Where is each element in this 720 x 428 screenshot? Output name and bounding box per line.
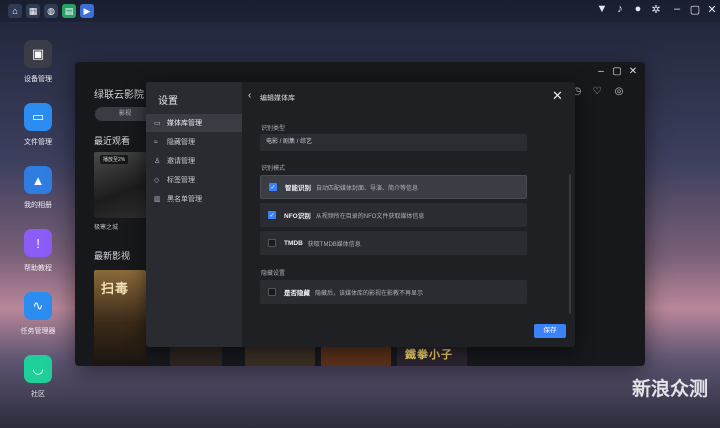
option-title: 是否隐藏 bbox=[284, 290, 310, 297]
desktop-app-label: 社区 bbox=[31, 391, 45, 398]
folder-icon: ▭ bbox=[24, 103, 52, 131]
option-smart-recognition[interactable]: ✓ 智能识别 自动匹配媒体封面、导演、简介等信息 bbox=[260, 175, 527, 199]
sidebar-item-hidden[interactable]: ≈ 隐藏管理 bbox=[146, 133, 242, 151]
checkbox-nfo[interactable]: ✓ bbox=[268, 211, 276, 219]
bell-icon[interactable]: ♪ bbox=[613, 3, 627, 15]
sidebar-item-label: 标签管理 bbox=[167, 177, 195, 184]
desktop-app-community[interactable]: ◡ 社区 bbox=[10, 355, 66, 399]
sidebar-item-tags[interactable]: ◇ 标签管理 bbox=[146, 171, 242, 189]
file-icon[interactable]: ▤ bbox=[62, 4, 76, 18]
option-hide[interactable]: 是否隐藏 隐藏后，该媒体库的影视在影教不再显示 bbox=[260, 280, 527, 304]
option-title: 智能识别 bbox=[285, 185, 311, 192]
grid-icon[interactable]: ▦ bbox=[26, 4, 40, 18]
mode-section-label: 识别模式 bbox=[261, 166, 286, 172]
system-topbar: ⌂ ▦ ◍ ▤ ▶ ▼ ♪ ● ✲ – ▢ ✕ bbox=[0, 0, 720, 22]
device-icon: ▣ bbox=[24, 40, 52, 68]
library-icon: ▭ bbox=[154, 120, 161, 127]
checkbox-tmdb[interactable] bbox=[268, 239, 276, 247]
desktop-app-label: 文件管理 bbox=[24, 139, 52, 146]
help-icon: ! bbox=[24, 229, 52, 257]
home-icon[interactable]: ⌂ bbox=[8, 4, 22, 18]
desktop-app-photos[interactable]: ▲ 我的相册 bbox=[10, 166, 66, 210]
hide-section-label: 隐藏设置 bbox=[261, 271, 286, 277]
sidebar-item-label: 隐藏管理 bbox=[167, 139, 195, 146]
type-field[interactable]: 电影 / 剧集 / 综艺 bbox=[260, 134, 527, 151]
blacklist-icon: ▥ bbox=[154, 196, 161, 203]
dialog-header: 编辑媒体库 bbox=[260, 95, 295, 102]
desktop-app-label: 我的相册 bbox=[24, 202, 52, 209]
eye-off-icon: ≈ bbox=[154, 138, 158, 146]
minimize-icon[interactable]: – bbox=[670, 3, 684, 15]
desktop-app-label: 任务管理器 bbox=[20, 328, 56, 335]
sidebar-item-library[interactable]: ▭ 媒体库管理 bbox=[146, 114, 242, 132]
settings-sidebar: 设置 ▭ 媒体库管理 ≈ 隐藏管理 ♙ 邀请管理 ◇ 标签管理 ▥ 黑名单管理 bbox=[146, 82, 242, 347]
checkbox-smart[interactable]: ✓ bbox=[269, 183, 277, 191]
desktop-app-device[interactable]: ▣ 设备管理 bbox=[10, 40, 66, 84]
close-icon[interactable]: ✕ bbox=[705, 3, 719, 16]
back-icon[interactable]: ‹ bbox=[248, 90, 251, 101]
poster-strip[interactable] bbox=[321, 345, 391, 366]
sidebar-item-invite[interactable]: ♙ 邀请管理 bbox=[146, 152, 242, 170]
watermark: 新浪众测 bbox=[632, 379, 709, 400]
strip-poster-title: 鐵拳小子 bbox=[405, 349, 453, 361]
chart-icon: ∿ bbox=[24, 292, 52, 320]
type-section-label: 识别类型 bbox=[261, 126, 286, 132]
globe-icon[interactable]: ◍ bbox=[44, 4, 58, 18]
desktop-app-taskmanager[interactable]: ∿ 任务管理器 bbox=[10, 292, 66, 336]
desktop-app-label: 帮助教程 bbox=[24, 265, 52, 272]
option-desc: 自动匹配媒体封面、导演、简介等信息 bbox=[316, 185, 419, 192]
dialog-close-icon[interactable]: ✕ bbox=[552, 88, 563, 104]
option-desc: 获取TMDB媒体信息 bbox=[307, 241, 361, 248]
pin-icon[interactable]: ▼ bbox=[595, 3, 609, 15]
app-title: 绿联云影院 bbox=[94, 90, 144, 101]
invite-icon: ♙ bbox=[154, 158, 161, 165]
option-nfo-recognition[interactable]: ✓ NFO识别 从视频所在目录的NFO文件获取媒体信息 bbox=[260, 203, 527, 227]
tag-icon: ◇ bbox=[154, 177, 160, 184]
sidebar-item-label: 媒体库管理 bbox=[167, 120, 202, 127]
option-title: NFO识别 bbox=[284, 213, 311, 220]
sidebar-item-label: 黑名单管理 bbox=[167, 196, 202, 203]
option-desc: 隐藏后，该媒体库的影视在影教不再显示 bbox=[315, 290, 424, 297]
window-close-icon[interactable]: ✕ bbox=[627, 66, 639, 77]
photo-icon: ▲ bbox=[24, 166, 52, 194]
desktop-app-files[interactable]: ▭ 文件管理 bbox=[10, 103, 66, 147]
desktop-app-label: 设备管理 bbox=[24, 76, 52, 83]
window-maximize-icon[interactable]: ▢ bbox=[611, 66, 623, 77]
save-button[interactable]: 保存 bbox=[534, 324, 566, 338]
maximize-icon[interactable]: ▢ bbox=[688, 3, 702, 16]
window-minimize-icon[interactable]: – bbox=[595, 66, 607, 77]
dialog-scrollbar[interactable] bbox=[569, 174, 571, 314]
settings-dialog: 设置 ▭ 媒体库管理 ≈ 隐藏管理 ♙ 邀请管理 ◇ 标签管理 ▥ 黑名单管理 … bbox=[146, 82, 575, 347]
progress-badge: 播放至2% bbox=[100, 155, 129, 164]
sidebar-item-blacklist[interactable]: ▥ 黑名单管理 bbox=[146, 190, 242, 208]
option-title: TMDB bbox=[284, 239, 303, 247]
heart-icon[interactable]: ♡ bbox=[591, 86, 603, 97]
gear-icon[interactable]: ✲ bbox=[649, 3, 663, 16]
recent-caption: 极寒之城 bbox=[94, 225, 119, 231]
user-icon[interactable]: ● bbox=[631, 3, 645, 15]
recent-heading: 最近观看 bbox=[94, 136, 131, 146]
media-icon[interactable]: ▶ bbox=[80, 4, 94, 18]
settings-icon[interactable]: ◎ bbox=[613, 86, 625, 97]
sidebar-item-label: 邀请管理 bbox=[167, 158, 195, 165]
option-desc: 从视频所在目录的NFO文件获取媒体信息 bbox=[315, 213, 425, 220]
checkbox-hide[interactable] bbox=[268, 288, 276, 296]
latest-poster-title: 扫毒 bbox=[101, 281, 130, 296]
desktop-app-help[interactable]: ! 帮助教程 bbox=[10, 229, 66, 273]
chat-icon: ◡ bbox=[24, 355, 52, 383]
latest-heading: 最新影视 bbox=[94, 251, 131, 261]
option-tmdb[interactable]: TMDB 获取TMDB媒体信息 bbox=[260, 231, 527, 255]
settings-title: 设置 bbox=[158, 96, 178, 107]
poster-strip[interactable] bbox=[170, 345, 222, 366]
poster-strip[interactable] bbox=[245, 345, 315, 366]
